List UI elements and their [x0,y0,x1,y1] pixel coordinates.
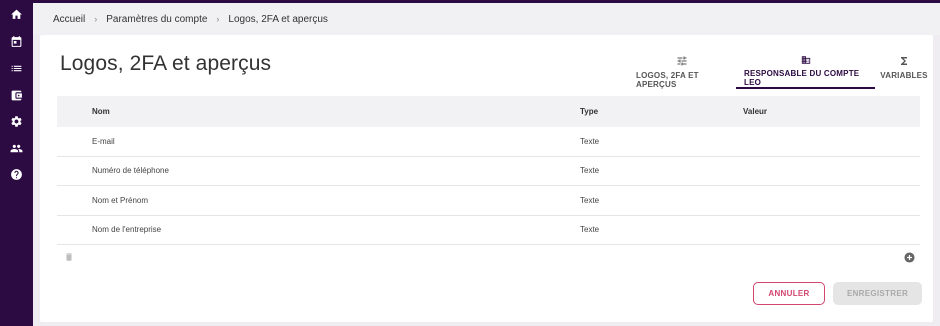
sigma-icon [901,57,907,65]
table-row[interactable]: Numéro de téléphone Texte [57,157,920,186]
sidebar-item-calendar[interactable] [0,30,33,52]
sidebar-item-users[interactable] [0,137,33,159]
delete-row-button[interactable] [64,250,74,262]
content-card: Logos, 2FA et aperçus LOGOS, 2FA ET APER… [40,35,933,322]
cell-type: Texte [580,136,600,146]
tab-account-manager[interactable]: RESPONSABLE DU COMPTE LEO [736,53,875,89]
sidebar [0,0,33,326]
page-title: Logos, 2FA et aperçus [60,52,272,75]
cell-type: Texte [580,166,600,176]
cell-name: Nom de l'entreprise [92,225,162,235]
tab-label: RESPONSABLE DU COMPTE LEO [744,69,860,87]
plus-circle-icon [904,252,915,263]
home-icon [11,9,22,19]
cell-type: Texte [580,225,600,235]
tab-bar: LOGOS, 2FA ET APERÇUS RESPONSABLE DU COM… [628,53,933,89]
wallet-icon [11,90,22,100]
breadcrumb-separator: › [94,14,98,24]
column-header-name[interactable]: Nom [92,107,580,116]
tab-label: LOGOS, 2FA ET APERÇUS [636,71,699,89]
column-header-type[interactable]: Type [580,107,743,116]
cancel-button[interactable]: ANNULER [753,282,825,305]
variables-table: Nom Type Valeur E-mail Texte Numéro de t… [57,96,920,245]
sidebar-item-list[interactable] [0,57,33,79]
breadcrumb-item-home[interactable]: Accueil [53,14,85,25]
breadcrumb-item-account-settings[interactable]: Paramètres du compte [106,14,207,25]
sidebar-item-settings[interactable] [0,110,33,132]
table-row[interactable]: Nom de l'entreprise Texte [57,216,920,245]
cell-name: E-mail [92,136,115,146]
trash-icon [66,253,72,261]
tab-label: VARIABLES [880,71,928,80]
tab-variables[interactable]: VARIABLES [875,53,933,89]
tab-logos-2fa[interactable]: LOGOS, 2FA ET APERÇUS [628,53,736,89]
users-icon [10,144,23,152]
help-icon [11,168,22,180]
breadcrumb-separator: › [216,14,220,24]
calendar-icon [11,35,22,47]
breadcrumb: Accueil › Paramètres du compte › Logos, … [33,3,940,35]
sliders-icon [677,56,687,66]
building-icon [801,56,810,64]
save-button[interactable]: ENREGISTRER [833,282,922,305]
cell-name: Nom et Prénom [92,195,149,205]
sidebar-item-home[interactable] [0,3,33,25]
column-header-value[interactable]: Valeur [743,107,767,116]
cell-type: Texte [580,195,600,205]
cell-name: Numéro de téléphone [92,166,169,176]
table-header: Nom Type Valeur [57,96,920,127]
add-row-button[interactable] [904,250,915,263]
breadcrumb-item-current: Logos, 2FA et aperçus [228,13,328,25]
list-icon [11,65,22,71]
gear-icon [11,115,22,127]
table-row[interactable]: E-mail Texte [57,127,920,157]
sidebar-item-help[interactable] [0,163,33,185]
sidebar-item-wallet[interactable] [0,84,33,106]
table-row[interactable]: Nom et Prénom Texte [57,186,920,216]
